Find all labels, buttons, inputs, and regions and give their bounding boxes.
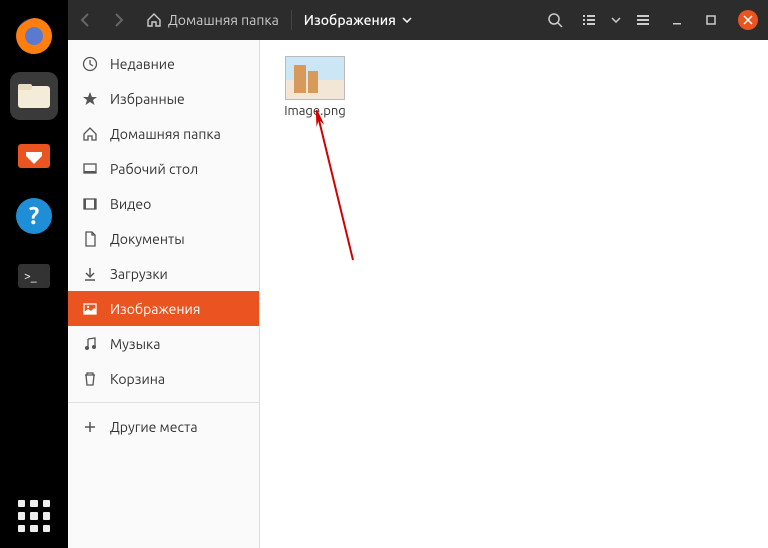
svg-text:>_: >_ (24, 270, 37, 283)
sidebar-item-desktop[interactable]: Рабочий стол (68, 151, 259, 186)
list-icon (581, 12, 597, 28)
sidebar-item-label: Недавние (110, 56, 175, 72)
sidebar-item-label: Рабочий стол (110, 161, 198, 177)
plus-icon (82, 419, 98, 435)
search-button[interactable] (538, 0, 572, 40)
window-close-button[interactable] (738, 10, 758, 30)
breadcrumb-current[interactable]: Изображения (294, 12, 422, 28)
sidebar-item-label: Другие места (110, 419, 198, 435)
sidebar-item-other-locations[interactable]: Другие места (68, 409, 259, 444)
dock-item-terminal[interactable]: >_ (10, 252, 58, 300)
titlebar: Домашняя папка Изображения (68, 0, 768, 40)
video-icon (82, 196, 98, 212)
clock-icon (82, 56, 98, 72)
view-list-button[interactable] (572, 0, 606, 40)
sidebar-item-label: Изображения (110, 301, 200, 317)
music-icon (82, 336, 98, 352)
window-maximize-button[interactable] (694, 0, 728, 40)
breadcrumb-home[interactable]: Домашняя папка (136, 12, 289, 28)
menu-icon (635, 12, 651, 28)
dock-item-firefox[interactable] (10, 12, 58, 60)
sidebar-item-label: Документы (110, 231, 185, 247)
nav-back-button[interactable] (68, 0, 102, 40)
sidebar-item-pictures[interactable]: Изображения (68, 291, 259, 326)
dock: ? >_ (0, 0, 68, 548)
hamburger-menu-button[interactable] (626, 0, 660, 40)
sidebar-item-trash[interactable]: Корзина (68, 361, 259, 396)
file-grid[interactable]: Image.png (260, 40, 768, 548)
sidebar-item-label: Видео (110, 196, 151, 212)
window-minimize-button[interactable] (660, 0, 694, 40)
sidebar-divider (68, 402, 259, 403)
sidebar-item-starred[interactable]: Избранные (68, 81, 259, 116)
sidebar-item-label: Домашняя папка (110, 126, 221, 142)
search-icon (547, 12, 563, 28)
sidebar-item-label: Загрузки (110, 266, 168, 282)
chevron-down-icon (611, 17, 621, 23)
dock-item-files[interactable] (10, 72, 58, 120)
sidebar-item-videos[interactable]: Видео (68, 186, 259, 221)
file-thumbnail (285, 56, 345, 100)
trash-icon (82, 371, 98, 387)
breadcrumb-home-label: Домашняя папка (168, 12, 279, 28)
minimize-icon (671, 14, 683, 26)
sidebar-item-label: Музыка (110, 336, 160, 352)
chevron-down-icon (402, 17, 412, 23)
home-icon (82, 126, 98, 142)
home-icon (146, 12, 162, 28)
close-icon (743, 15, 753, 25)
maximize-icon (705, 14, 717, 26)
sidebar-item-downloads[interactable]: Загрузки (68, 256, 259, 291)
sidebar-item-home[interactable]: Домашняя папка (68, 116, 259, 151)
sidebar-item-music[interactable]: Музыка (68, 326, 259, 361)
sidebar-item-documents[interactable]: Документы (68, 221, 259, 256)
nav-forward-button[interactable] (102, 0, 136, 40)
star-icon (82, 91, 98, 107)
file-item[interactable]: Image.png (276, 56, 354, 118)
dock-item-software[interactable] (10, 132, 58, 180)
dock-show-applications[interactable] (14, 496, 54, 536)
breadcrumb-current-label: Изображения (304, 12, 396, 28)
view-dropdown-button[interactable] (606, 0, 626, 40)
picture-icon (82, 301, 98, 317)
file-name: Image.png (284, 104, 346, 118)
sidebar-item-recent[interactable]: Недавние (68, 46, 259, 81)
svg-text:?: ? (29, 202, 40, 229)
sidebar: Недавние Избранные Домашняя папка Рабочи… (68, 40, 260, 548)
download-icon (82, 266, 98, 282)
dock-item-help[interactable]: ? (10, 192, 58, 240)
file-manager-window: Домашняя папка Изображения (68, 0, 768, 548)
document-icon (82, 231, 98, 247)
sidebar-item-label: Избранные (110, 91, 185, 107)
desktop-icon (82, 161, 98, 177)
sidebar-item-label: Корзина (110, 371, 165, 387)
annotation-arrow (308, 110, 368, 270)
